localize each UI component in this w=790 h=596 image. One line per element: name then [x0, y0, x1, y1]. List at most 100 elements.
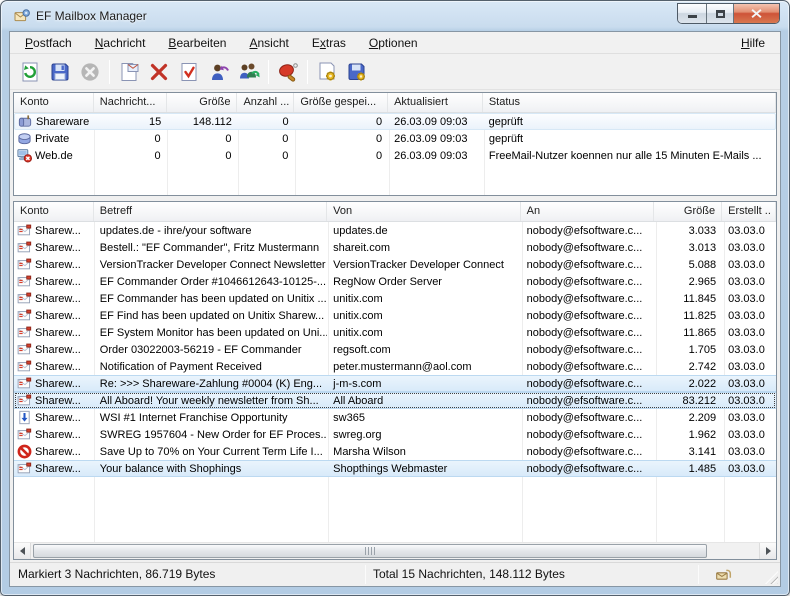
column-header-erstellt[interactable]: Erstellt ..: [722, 202, 776, 221]
menu-postfach[interactable]: Postfach: [18, 34, 79, 52]
cell-konto: Sharew...: [14, 222, 94, 239]
cell-konto: Private: [14, 130, 94, 147]
column-header-von[interactable]: Von: [327, 202, 520, 221]
panels: KontoNachricht...GrößeAnzahl ...Größe ge…: [10, 90, 780, 560]
cell-status: geprüft: [483, 114, 775, 129]
delete-icon: [148, 61, 170, 83]
scrollbar-thumb[interactable]: [33, 544, 707, 558]
cell-groesse: 11.825: [654, 307, 722, 324]
window-title: EF Mailbox Manager: [36, 9, 147, 23]
message-row[interactable]: Sharew...EF Commander Order #1046612643-…: [14, 273, 776, 290]
refresh-button[interactable]: [15, 58, 45, 86]
arrow-right-icon: [766, 547, 771, 555]
cell-konto: Sharew...: [14, 324, 94, 341]
reply-button[interactable]: [204, 58, 234, 86]
client-area: Postfach Nachricht Bearbeiten Ansicht Extras…: [9, 31, 781, 587]
menu-nachricht[interactable]: Nachricht: [88, 34, 153, 52]
message-row[interactable]: Sharew...WSI #1 Internet Franchise Oppor…: [14, 409, 776, 426]
column-header-nachrichten[interactable]: Nachricht...: [94, 93, 167, 112]
titlebar[interactable]: EF Mailbox Manager: [1, 1, 789, 31]
menu-label-part: A: [249, 36, 257, 50]
cell-konto: Sharew...: [14, 307, 94, 324]
message-row[interactable]: Sharew...VersionTracker Developer Connec…: [14, 256, 776, 273]
mail-icon: [17, 427, 32, 442]
message-row[interactable]: Sharew...EF System Monitor has been upda…: [14, 324, 776, 341]
cell-groesse: 2.742: [654, 358, 722, 375]
message-row[interactable]: Sharew...Order 03022003-56219 - EF Comma…: [14, 341, 776, 358]
message-row[interactable]: Sharew...EF Commander has been updated o…: [14, 290, 776, 307]
cell-text: Sharew...: [35, 325, 81, 341]
cell-konto: Shareware: [15, 114, 95, 129]
message-row[interactable]: Sharew...All Aboard! Your weekly newslet…: [14, 392, 776, 409]
menu-hilfe[interactable]: Hilfe: [734, 34, 772, 52]
column-header-an[interactable]: An: [521, 202, 655, 221]
column-header-aktualisiert[interactable]: Aktualisiert: [388, 93, 483, 112]
refresh-icon: [19, 61, 41, 83]
cell-groesse: 11.865: [654, 324, 722, 341]
cell-erstellt: 03.03.0: [722, 376, 776, 391]
column-header-anzahl[interactable]: Anzahl ...: [237, 93, 294, 112]
column-header-groesse[interactable]: Größe: [167, 93, 238, 112]
account-row[interactable]: Shareware15148.1120026.03.09 09:03geprüf…: [14, 113, 776, 130]
column-header-betreff[interactable]: Betreff: [94, 202, 327, 221]
cell-groesse: 11.845: [654, 290, 722, 307]
menu-label-part: achricht: [103, 36, 145, 50]
column-header-konto[interactable]: Konto: [14, 93, 94, 112]
mail-icon: [17, 342, 32, 357]
horizontal-scrollbar[interactable]: [14, 542, 776, 559]
ping-button[interactable]: [273, 58, 303, 86]
message-row[interactable]: Sharew...EF Find has been updated on Uni…: [14, 307, 776, 324]
mark-button[interactable]: [174, 58, 204, 86]
message-row[interactable]: Sharew...Notification of Payment Receive…: [14, 358, 776, 375]
cell-groesse: 83.212: [654, 393, 722, 408]
menu-label-part: O: [369, 36, 378, 50]
resize-grip[interactable]: [765, 571, 778, 584]
forward-button[interactable]: [234, 58, 264, 86]
cell-erstellt: 03.03.0: [722, 426, 776, 443]
menu-ansicht[interactable]: Ansicht: [242, 34, 295, 52]
message-row[interactable]: Sharew...Your balance with ShophingsShop…: [14, 460, 776, 477]
message-row[interactable]: Sharew...Bestell.: "EF Commander", Fritz…: [14, 239, 776, 256]
block-icon: [17, 444, 32, 459]
save-button[interactable]: [45, 58, 75, 86]
message-row[interactable]: Sharew...updates.de - ihre/your software…: [14, 222, 776, 239]
messages-body[interactable]: Sharew...updates.de - ihre/your software…: [14, 222, 776, 542]
cell-an: nobody@efsoftware.c...: [521, 393, 655, 408]
menu-optionen[interactable]: Optionen: [362, 34, 425, 52]
minimize-button[interactable]: [678, 4, 707, 23]
cell-von: All Aboard: [327, 393, 520, 408]
export-button[interactable]: [342, 58, 372, 86]
cell-groesse: 0: [167, 130, 238, 147]
accounts-body[interactable]: Shareware15148.1120026.03.09 09:03geprüf…: [14, 113, 776, 195]
column-header-groesse[interactable]: Größe: [654, 202, 722, 221]
scroll-left-button[interactable]: [14, 543, 31, 559]
delete-button[interactable]: [144, 58, 174, 86]
cell-groesse: 1.962: [654, 426, 722, 443]
import-button[interactable]: [312, 58, 342, 86]
close-button[interactable]: [734, 4, 779, 23]
cell-betreff: EF Commander has been updated on Unitix …: [94, 290, 327, 307]
cell-von: unitix.com: [327, 324, 520, 341]
maximize-button[interactable]: [707, 4, 734, 23]
column-header-status[interactable]: Status: [483, 93, 776, 112]
mail-status-icon: [715, 566, 732, 583]
cell-groesse: 2.022: [654, 376, 722, 391]
message-row[interactable]: Sharew...Re: >>> Shareware-Zahlung #0004…: [14, 375, 776, 392]
column-header-konto[interactable]: Konto: [14, 202, 94, 221]
column-header-gespeichert[interactable]: Größe gespei...: [294, 93, 388, 112]
account-row[interactable]: Web.de000026.03.09 09:03FreeMail-Nutzer …: [14, 147, 776, 164]
cell-an: nobody@efsoftware.c...: [521, 307, 655, 324]
account-row[interactable]: Private000026.03.09 09:03geprüft: [14, 130, 776, 147]
cell-erstellt: 03.03.0: [722, 222, 776, 239]
menu-bearbeiten[interactable]: Bearbeiten: [161, 34, 233, 52]
app-window: EF Mailbox Manager Postfach Nachricht Bear…: [0, 0, 790, 596]
message-row[interactable]: Sharew...SWREG 1957604 - New Order for E…: [14, 426, 776, 443]
new-message-button[interactable]: [114, 58, 144, 86]
download-icon: [17, 410, 32, 425]
scroll-right-button[interactable]: [759, 543, 776, 559]
menu-extras[interactable]: Extras: [305, 34, 353, 52]
cell-erstellt: 03.03.0: [722, 307, 776, 324]
cell-von: Marsha Wilson: [327, 443, 520, 460]
menu-label-part: E: [312, 36, 320, 50]
message-row[interactable]: Sharew...Save Up to 70% on Your Current …: [14, 443, 776, 460]
